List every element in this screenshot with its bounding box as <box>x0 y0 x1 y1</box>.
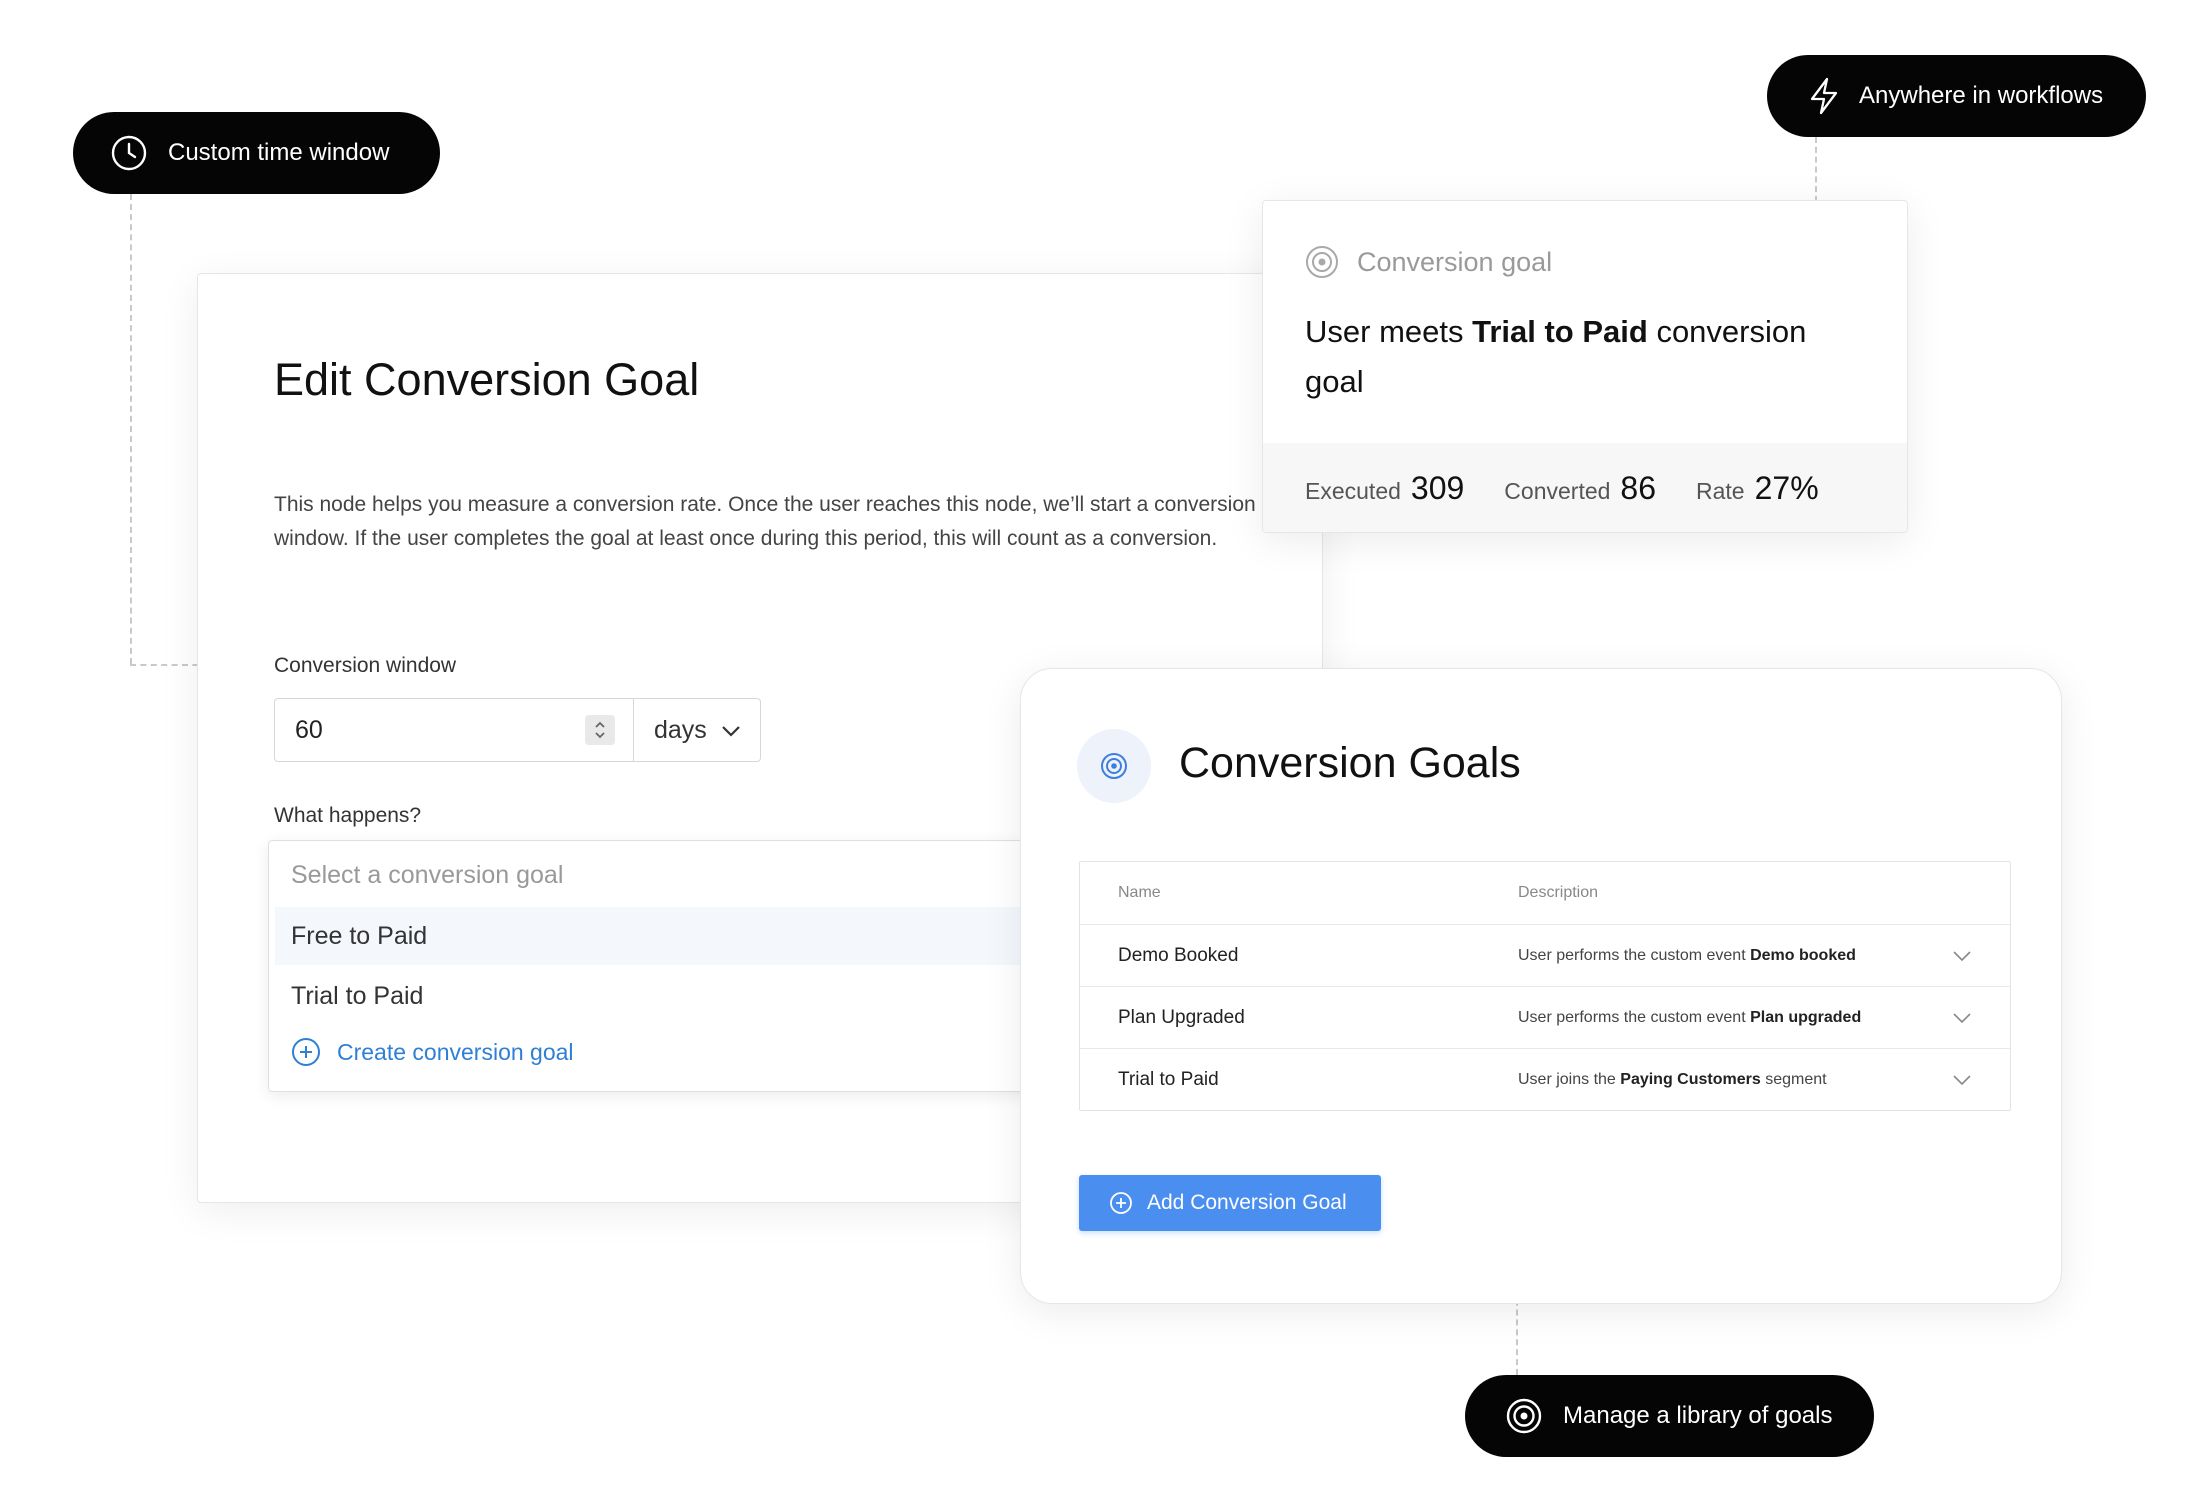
dropdown-placeholder[interactable]: Select a conversion goal <box>291 861 563 890</box>
lightning-icon <box>1810 77 1838 115</box>
row-desc-prefix: User performs the custom event <box>1518 1008 1751 1026</box>
plus-circle-icon <box>1110 1192 1132 1214</box>
plus-circle-icon <box>292 1038 320 1066</box>
connector-time-vertical <box>130 194 132 664</box>
row-desc-bold: Paying Customers <box>1620 1070 1761 1088</box>
column-header-name: Name <box>1118 884 1161 901</box>
conversion-window-value: 60 <box>295 715 323 744</box>
stat-converted-label: Converted <box>1504 478 1611 504</box>
table-header-row: Name Description <box>1080 862 2010 924</box>
create-conversion-goal-link[interactable]: Create conversion goal <box>291 1037 574 1067</box>
option-trial-to-paid[interactable]: Trial to Paid <box>275 967 1035 1025</box>
row-name: Plan Upgraded <box>1118 1006 1245 1028</box>
anywhere-in-workflows-label: Anywhere in workflows <box>1859 82 2104 109</box>
time-unit-select[interactable]: days <box>633 698 761 762</box>
row-desc-prefix: User joins the <box>1518 1070 1621 1088</box>
stat-converted: Converted 86 <box>1504 470 1656 507</box>
target-icon <box>1506 1398 1542 1434</box>
row-description: User performs the custom event Demo book… <box>1518 947 1856 965</box>
anywhere-in-workflows-pill: Anywhere in workflows <box>1767 55 2146 137</box>
stat-executed: Executed 309 <box>1305 470 1464 507</box>
goal-card-header-label: Conversion goal <box>1357 246 1553 277</box>
conversion-goal-node-card[interactable]: Conversion goal User meets Trial to Paid… <box>1262 200 1908 533</box>
add-conversion-goal-label: Add Conversion Goal <box>1147 1191 1347 1214</box>
conversion-goal-dropdown[interactable]: Select a conversion goal Free to Paid Tr… <box>268 840 1048 1092</box>
goal-stats-bar: Executed 309 Converted 86 Rate 27% <box>1263 443 1907 532</box>
table-row[interactable]: Demo Booked User performs the custom eve… <box>1080 924 2010 986</box>
row-desc-bold: Demo booked <box>1750 946 1856 964</box>
conversion-window-input[interactable]: 60 <box>274 698 634 762</box>
stepper-arrows-icon <box>595 721 605 739</box>
row-description: User performs the custom event Plan upgr… <box>1518 1009 1861 1027</box>
number-stepper[interactable] <box>585 715 615 745</box>
row-name: Demo Booked <box>1118 944 1239 966</box>
target-icon <box>1101 753 1127 779</box>
manage-library-pill: Manage a library of goals <box>1465 1375 1874 1457</box>
goal-card-title: User meets Trial to Paid conversion goal <box>1305 307 1865 407</box>
chevron-down-icon <box>722 726 740 737</box>
what-happens-label: What happens? <box>274 804 422 827</box>
edit-card-title: Edit Conversion Goal <box>274 354 700 405</box>
table-row[interactable]: Plan Upgraded User performs the custom e… <box>1080 986 2010 1048</box>
row-desc-bold: Plan upgraded <box>1750 1008 1862 1026</box>
table-row[interactable]: Trial to Paid User joins the Paying Cust… <box>1080 1048 2010 1110</box>
stat-executed-value: 309 <box>1410 470 1465 506</box>
time-unit-value: days <box>654 715 707 744</box>
create-conversion-goal-label: Create conversion goal <box>337 1038 574 1065</box>
row-description: User joins the Paying Customers segment <box>1518 1071 1827 1089</box>
target-icon <box>1306 246 1338 278</box>
library-icon-badge <box>1077 729 1151 803</box>
custom-time-window-pill: Custom time window <box>73 112 440 194</box>
row-name: Trial to Paid <box>1118 1068 1219 1090</box>
column-header-description: Description <box>1518 884 1599 901</box>
manage-library-label: Manage a library of goals <box>1563 1402 1833 1429</box>
conversion-goals-library-card: Conversion Goals Name Description Demo B… <box>1020 668 2062 1304</box>
conversion-window-label: Conversion window <box>274 654 457 677</box>
stat-executed-label: Executed <box>1305 478 1401 504</box>
chevron-down-icon[interactable] <box>1952 1011 1972 1025</box>
chevron-down-icon[interactable] <box>1952 949 1972 963</box>
stat-rate: Rate 27% <box>1696 470 1819 507</box>
row-desc-suffix: segment <box>1760 1070 1827 1088</box>
clock-icon <box>111 135 147 171</box>
row-desc-prefix: User performs the custom event <box>1518 946 1751 964</box>
edit-card-description: This node helps you measure a conversion… <box>274 493 1256 550</box>
add-conversion-goal-button[interactable]: Add Conversion Goal <box>1079 1175 1381 1231</box>
conversion-goals-table: Name Description Demo Booked User perfor… <box>1079 861 2011 1111</box>
stat-converted-value: 86 <box>1620 470 1657 506</box>
stat-rate-label: Rate <box>1696 478 1745 504</box>
custom-time-window-label: Custom time window <box>168 139 390 166</box>
chevron-down-icon[interactable] <box>1952 1073 1972 1087</box>
goal-title-bold: Trial to Paid <box>1472 314 1648 349</box>
option-free-to-paid[interactable]: Free to Paid <box>275 907 1035 965</box>
goal-card-header: Conversion goal <box>1305 245 1552 279</box>
goal-title-prefix: User meets <box>1305 314 1473 349</box>
stat-rate-value: 27% <box>1754 470 1819 506</box>
library-title: Conversion Goals <box>1179 739 1521 787</box>
